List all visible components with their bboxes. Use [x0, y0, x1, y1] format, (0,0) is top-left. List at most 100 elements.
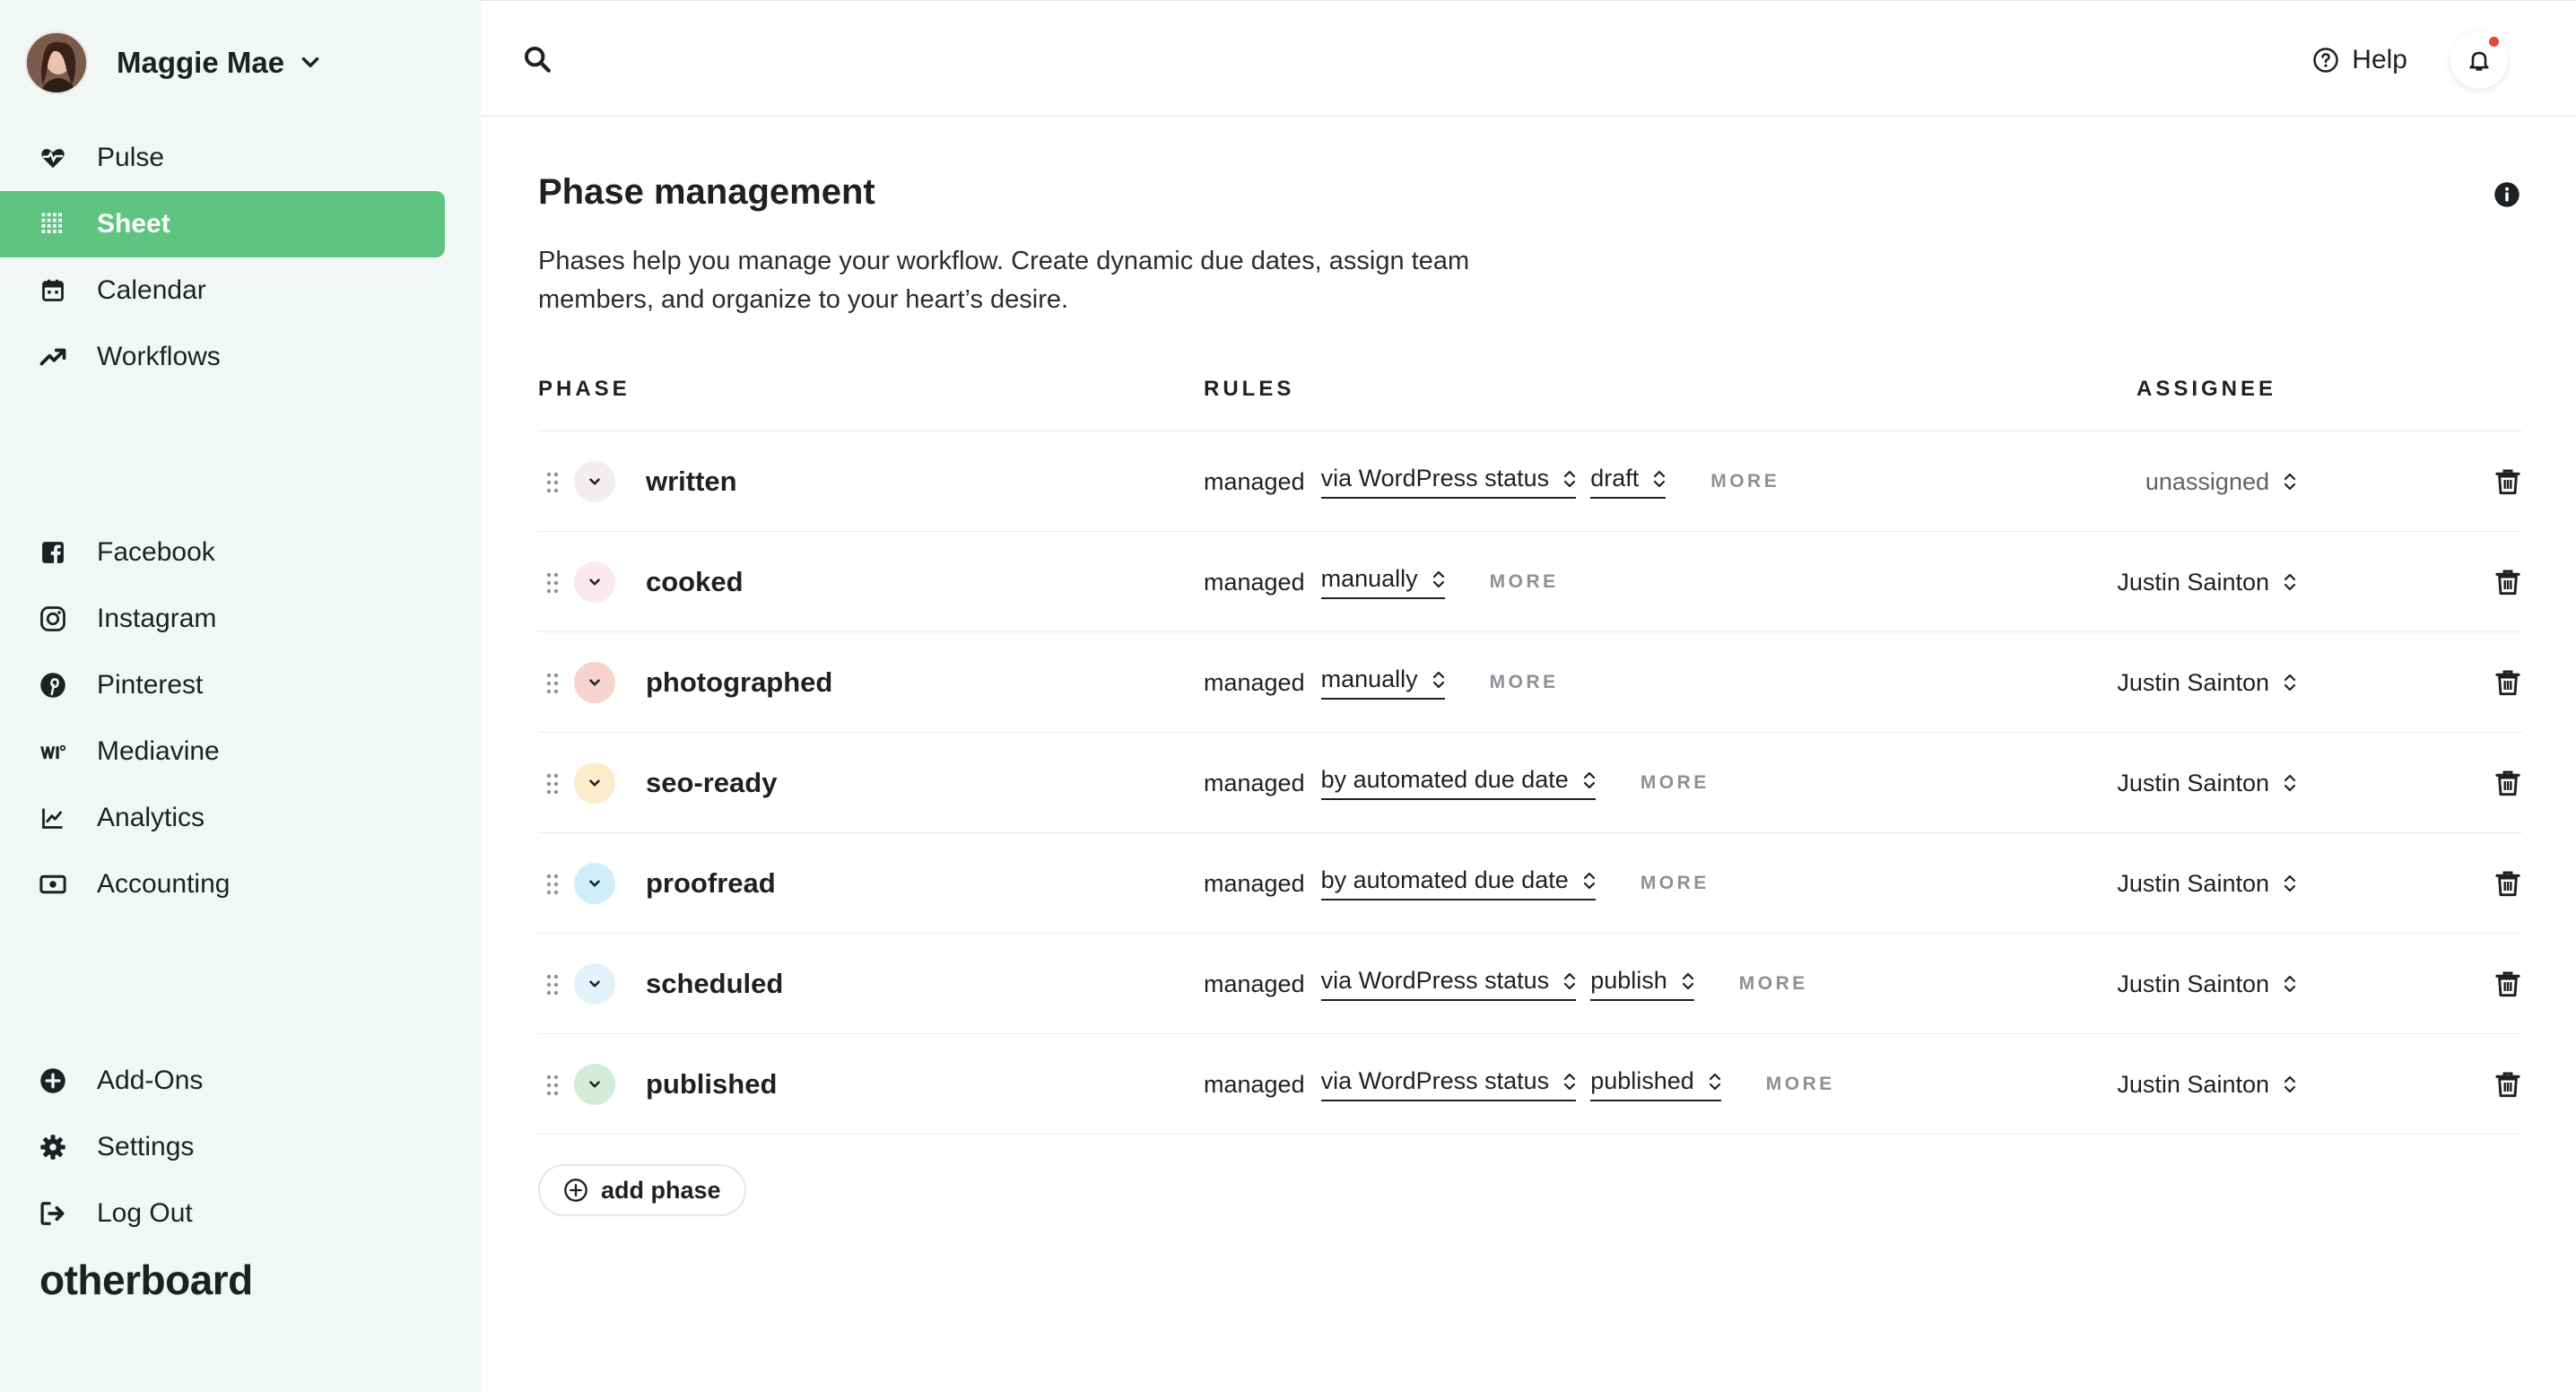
rule-select-value: via WordPress status: [1320, 1067, 1550, 1094]
add-phase-button[interactable]: add phase: [538, 1164, 746, 1216]
sidebar-item-label: Instagram: [97, 604, 217, 633]
bell-icon: [2469, 51, 2489, 71]
phase-row: scheduled managed via WordPress status publ…: [538, 934, 2522, 1034]
rule-select[interactable]: manually: [1320, 666, 1445, 700]
sidebar-item-workflows[interactable]: Workflows: [0, 324, 445, 390]
trash-icon[interactable]: [2493, 568, 2522, 596]
rule-select[interactable]: by automated due date: [1320, 866, 1596, 900]
avatar: [25, 31, 88, 94]
drag-handle-icon[interactable]: [545, 973, 560, 996]
phase-name: published: [646, 1068, 778, 1100]
trash-icon[interactable]: [2493, 869, 2522, 898]
more-button[interactable]: MORE: [1640, 772, 1710, 794]
rule-select-value: manually: [1320, 666, 1418, 692]
sidebar-item-analytics[interactable]: Analytics: [0, 785, 445, 851]
assignee-select[interactable]: unassigned: [2145, 431, 2296, 532]
rule-select[interactable]: via WordPress status: [1320, 967, 1577, 1001]
sidebar-item-accounting[interactable]: Accounting: [0, 851, 445, 918]
trash-icon[interactable]: [2493, 467, 2522, 496]
sidebar-item-label: Pinterest: [97, 670, 204, 700]
phase-name: written: [646, 465, 737, 497]
rule-select[interactable]: by automated due date: [1320, 766, 1596, 800]
managed-label: managed: [1204, 568, 1305, 596]
drag-handle-icon[interactable]: [545, 772, 560, 796]
drag-handle-icon[interactable]: [545, 873, 560, 896]
sidebar-item-sheet[interactable]: Sheet: [0, 191, 445, 257]
plus-circle-icon: [564, 1179, 587, 1202]
phase-toggle[interactable]: [574, 963, 615, 1005]
user-menu[interactable]: Maggie Mae: [25, 30, 322, 95]
phase-toggle[interactable]: [574, 561, 615, 603]
managed-label: managed: [1204, 467, 1305, 495]
drag-handle-icon[interactable]: [545, 1074, 560, 1097]
rule-select[interactable]: draft: [1590, 465, 1667, 499]
sidebar-item-label: Mediavine: [97, 736, 220, 766]
help-button[interactable]: Help: [2312, 42, 2407, 78]
rule-select[interactable]: published: [1590, 1067, 1721, 1101]
notifications-button[interactable]: [2450, 31, 2508, 89]
more-button[interactable]: MORE: [1739, 973, 1808, 995]
phase-toggle[interactable]: [574, 461, 615, 502]
assignee-select[interactable]: Justin Sainton: [2117, 632, 2296, 733]
assignee-select[interactable]: Justin Sainton: [2117, 833, 2296, 934]
more-button[interactable]: MORE: [1766, 1074, 1835, 1095]
trash-icon[interactable]: [2493, 769, 2522, 797]
info-icon[interactable]: [2493, 181, 2520, 208]
assignee-value: Justin Sainton: [2117, 869, 2269, 897]
more-button[interactable]: MORE: [1640, 873, 1710, 894]
phase-toggle[interactable]: [574, 762, 615, 804]
phase-name: cooked: [646, 566, 744, 597]
sidebar-item-mediavine[interactable]: Mediavine: [0, 718, 445, 785]
phase-rules: managed by automated due date MORE: [1204, 833, 1710, 934]
phase-toggle[interactable]: [574, 863, 615, 904]
brand-logo[interactable]: otherboard: [39, 1256, 253, 1304]
sidebar-item-add-ons[interactable]: Add-Ons: [0, 1048, 445, 1114]
rule-select[interactable]: publish: [1590, 967, 1694, 1001]
phase-toggle[interactable]: [574, 1064, 615, 1105]
rule-select-value: by automated due date: [1320, 866, 1569, 893]
sidebar-item-label: Calendar: [97, 275, 206, 305]
drag-handle-icon[interactable]: [545, 672, 560, 695]
trash-icon[interactable]: [2493, 970, 2522, 998]
trash-icon[interactable]: [2493, 1070, 2522, 1099]
assignee-select[interactable]: Justin Sainton: [2117, 1034, 2296, 1135]
sidebar-item-calendar[interactable]: Calendar: [0, 257, 445, 324]
drag-handle-icon[interactable]: [545, 571, 560, 595]
sidebar-item-label: Pulse: [97, 143, 165, 172]
more-button[interactable]: MORE: [1710, 471, 1780, 492]
sort-icon: [2284, 573, 2296, 591]
gear-icon: [39, 1134, 66, 1161]
sidebar-item-facebook[interactable]: Facebook: [0, 519, 445, 586]
sort-icon: [1432, 570, 1444, 587]
sidebar-item-pinterest[interactable]: Pinterest: [0, 652, 445, 718]
more-button[interactable]: MORE: [1490, 571, 1559, 593]
rule-select[interactable]: via WordPress status: [1320, 1067, 1577, 1101]
sidebar-item-pulse[interactable]: Pulse: [0, 125, 445, 191]
drag-handle-icon[interactable]: [545, 471, 560, 494]
chevron-down-icon: [301, 57, 319, 67]
more-button[interactable]: MORE: [1490, 672, 1559, 693]
sidebar-item-settings[interactable]: Settings: [0, 1114, 445, 1180]
sidebar-item-instagram[interactable]: Instagram: [0, 586, 445, 652]
sort-icon: [1709, 1073, 1720, 1090]
rule-select[interactable]: via WordPress status: [1320, 465, 1577, 499]
assignee-select[interactable]: Justin Sainton: [2117, 934, 2296, 1034]
add-phase-label: add phase: [601, 1176, 721, 1204]
assignee-select[interactable]: Justin Sainton: [2117, 532, 2296, 632]
sidebar-item-log-out[interactable]: Log Out: [0, 1180, 445, 1247]
phase-name: seo-ready: [646, 767, 778, 798]
facebook-icon: [39, 539, 66, 566]
phase-row: photographed managed manually MORE Justin Sa…: [538, 632, 2522, 733]
rule-select-value: manually: [1320, 565, 1418, 592]
assignee-select[interactable]: Justin Sainton: [2117, 733, 2296, 833]
search-icon[interactable]: [522, 44, 553, 74]
sort-icon: [1564, 972, 1576, 989]
sort-icon: [1583, 771, 1595, 788]
rule-select[interactable]: manually: [1320, 565, 1445, 599]
rule-select-value: draft: [1590, 465, 1640, 492]
rule-select-value: by automated due date: [1320, 766, 1569, 793]
chevron-down-icon: [589, 1081, 600, 1088]
trash-icon[interactable]: [2493, 668, 2522, 697]
phase-toggle[interactable]: [574, 662, 615, 703]
assignee-value: Justin Sainton: [2117, 769, 2269, 796]
